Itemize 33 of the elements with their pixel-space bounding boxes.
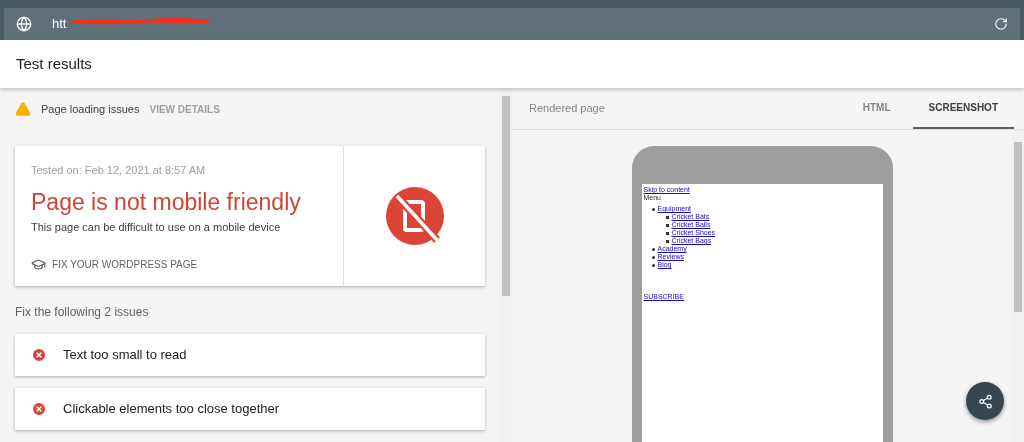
bullet-icon: [651, 247, 655, 251]
warning-icon: [15, 101, 31, 117]
issue-card[interactable]: Text too small to read: [15, 334, 485, 376]
tab[interactable]: SCREENSHOT: [912, 88, 1014, 129]
bullet-icon: [651, 207, 655, 211]
issue-card[interactable]: Clickable elements too close together: [15, 388, 485, 430]
tested-on-text: Tested on: Feb 12, 2021 at 8:57 AM: [31, 163, 207, 178]
bullet-icon: [665, 239, 669, 243]
issue-text: Clickable elements too close together: [63, 400, 280, 419]
globe-icon: [16, 16, 32, 32]
error-icon: [31, 347, 47, 363]
share-icon: [977, 393, 993, 409]
result-title: Page is not mobile friendly: [31, 187, 302, 217]
issue-text: Text too small to read: [63, 346, 187, 365]
url-text: htt: [52, 15, 67, 34]
panel-title: Rendered page: [529, 101, 605, 117]
scrollbar[interactable]: [500, 88, 512, 442]
fix-page-link[interactable]: FIX YOUR WORDPRESS PAGE: [52, 257, 198, 272]
share-button[interactable]: [966, 382, 1004, 420]
scrollbar[interactable]: [1012, 130, 1024, 442]
result-description: This page can be difficult to use on a mobile device: [31, 219, 282, 235]
issues-heading: Fix the following 2 issues: [15, 304, 150, 321]
bullet-icon: [651, 263, 655, 267]
notice-text: Page loading issues: [41, 101, 140, 117]
reload-icon[interactable]: [994, 17, 1008, 31]
bullet-icon: [665, 215, 669, 219]
page-title: Test results: [16, 53, 92, 74]
graduation-cap-icon: [31, 257, 46, 272]
error-icon: [31, 401, 47, 417]
bullet-icon: [665, 223, 669, 227]
bullet-icon: [665, 231, 669, 235]
bullet-icon: [651, 255, 655, 259]
no-mobile-icon: [384, 186, 445, 246]
